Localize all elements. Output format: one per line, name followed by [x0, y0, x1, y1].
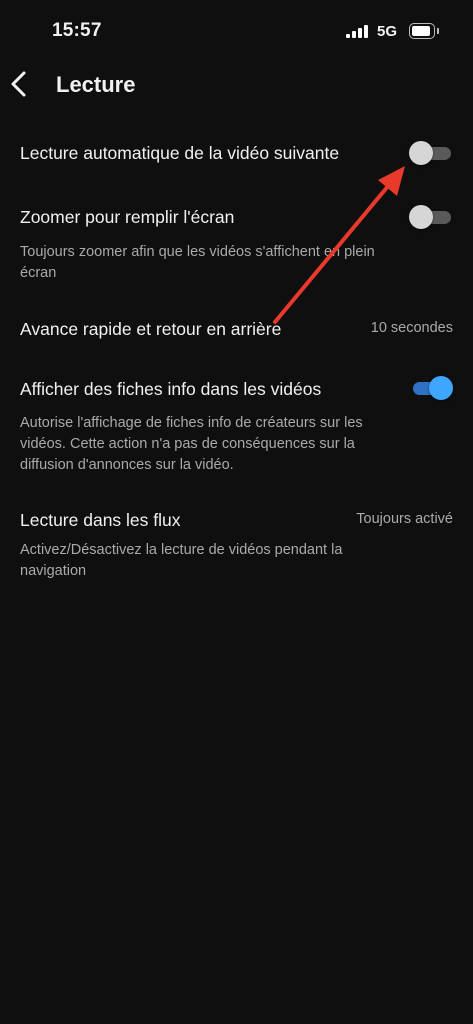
- setting-label: Afficher des fiches info dans les vidéos: [20, 379, 322, 399]
- status-time: 15:57: [52, 20, 102, 41]
- status-bar: 15:57 5G: [0, 0, 473, 64]
- setting-label: Lecture automatique de la vidéo suivante: [20, 143, 340, 163]
- setting-value: Toujours activé: [356, 511, 453, 527]
- setting-description: Autorise l'affichage de fiches info de c…: [20, 415, 363, 473]
- setting-description: Activez/Désactivez la lecture de vidéos …: [20, 542, 343, 579]
- setting-seek[interactable]: Avance rapide et retour en arrière 10 se…: [0, 306, 473, 350]
- setting-value: 10 secondes: [370, 320, 453, 336]
- setting-label: Zoomer pour remplir l'écran: [20, 207, 235, 227]
- signal-icon: [346, 25, 368, 38]
- network-type: 5G: [377, 23, 398, 40]
- setting-zoom[interactable]: Zoomer pour remplir l'écran Toujours zoo…: [0, 194, 473, 290]
- info-cards-toggle[interactable]: [409, 376, 453, 400]
- page-title: Lecture: [56, 72, 136, 97]
- setting-feed-playback[interactable]: Lecture dans les flux Toujours activé Ac…: [0, 497, 473, 593]
- setting-label: Lecture dans les flux: [20, 510, 181, 530]
- setting-info-cards[interactable]: Afficher des fiches info dans les vidéos…: [0, 366, 473, 482]
- chevron-left-icon: [11, 71, 26, 97]
- setting-description: Toujours zoomer afin que les vidéos s'af…: [20, 244, 375, 281]
- battery-icon: [409, 23, 435, 39]
- setting-autoplay[interactable]: Lecture automatique de la vidéo suivante: [0, 128, 473, 178]
- battery-tip: [437, 28, 439, 34]
- zoom-toggle[interactable]: [409, 205, 453, 229]
- autoplay-toggle[interactable]: [409, 141, 453, 165]
- back-button[interactable]: [6, 68, 34, 100]
- setting-label: Avance rapide et retour en arrière: [20, 319, 282, 339]
- header: Lecture: [0, 60, 473, 110]
